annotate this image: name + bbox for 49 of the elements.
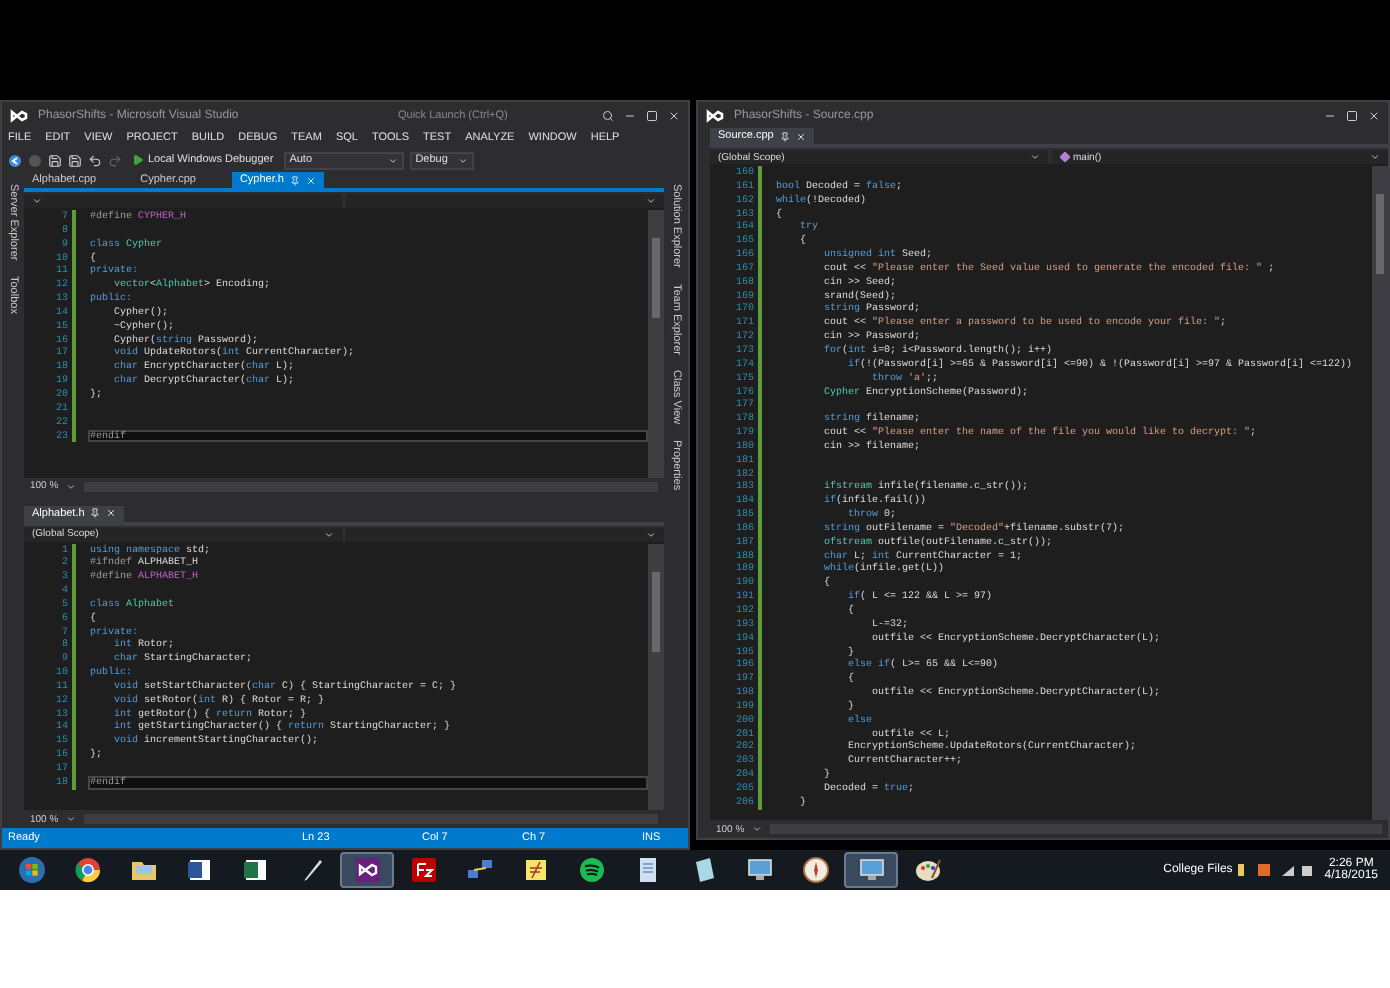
minimize-icon[interactable] bbox=[624, 109, 636, 121]
note-icon bbox=[521, 856, 549, 884]
document-icon bbox=[185, 856, 213, 884]
dropdown-caret-icon[interactable] bbox=[457, 155, 468, 165]
visual-studio-logo-icon bbox=[10, 107, 28, 123]
visual-studio-logo-icon bbox=[706, 107, 724, 123]
vertical-scrollbar[interactable] bbox=[1372, 166, 1388, 820]
monitor-icon bbox=[857, 856, 885, 884]
network-icon bbox=[465, 856, 493, 884]
save-all-icon[interactable] bbox=[68, 153, 82, 167]
maximize-icon[interactable] bbox=[1346, 109, 1358, 121]
pin-icon[interactable] bbox=[289, 175, 300, 185]
vertical-scrollbar[interactable] bbox=[648, 210, 664, 477]
dropdown-caret-icon[interactable] bbox=[66, 481, 77, 491]
redo-icon[interactable] bbox=[108, 153, 122, 167]
vertical-scrollbar[interactable] bbox=[648, 543, 664, 810]
folder-icon bbox=[129, 856, 157, 884]
dropdown-caret-icon[interactable] bbox=[324, 529, 334, 539]
close-icon[interactable] bbox=[1368, 109, 1380, 121]
dropdown-caret-icon[interactable] bbox=[646, 529, 656, 539]
undo-icon[interactable] bbox=[88, 153, 102, 167]
close-icon[interactable] bbox=[668, 109, 680, 121]
dropdown-caret-icon[interactable] bbox=[66, 814, 77, 824]
dropdown-caret-icon[interactable] bbox=[752, 824, 763, 834]
browser-icon bbox=[73, 856, 101, 884]
maximize-icon[interactable] bbox=[646, 109, 658, 121]
horizontal-scrollbar[interactable] bbox=[84, 481, 658, 491]
dropdown-caret-icon[interactable] bbox=[646, 196, 656, 206]
spreadsheet-icon bbox=[241, 856, 269, 884]
save-icon[interactable] bbox=[48, 153, 62, 167]
infinity-logo-icon bbox=[353, 856, 381, 884]
back-icon[interactable] bbox=[8, 153, 22, 167]
search-icon[interactable] bbox=[602, 109, 614, 121]
palette-icon bbox=[913, 856, 941, 884]
sound-waves-icon bbox=[577, 856, 605, 884]
minimize-icon[interactable] bbox=[1324, 109, 1336, 121]
dropdown-caret-icon[interactable] bbox=[32, 196, 42, 206]
tile-icon bbox=[409, 856, 437, 884]
windows-orb-icon bbox=[17, 856, 45, 884]
play-icon bbox=[132, 154, 144, 166]
taskbar-button[interactable] bbox=[340, 852, 394, 888]
dropdown-caret-icon[interactable] bbox=[1370, 152, 1380, 162]
monitor-icon bbox=[745, 856, 773, 884]
pin-icon[interactable] bbox=[779, 131, 790, 141]
compass-icon bbox=[801, 856, 829, 884]
tray-icons-drawing[interactable] bbox=[1234, 862, 1315, 878]
dropdown-caret-icon[interactable] bbox=[1029, 152, 1039, 162]
pin-icon[interactable] bbox=[90, 508, 101, 518]
dropdown-caret-icon[interactable] bbox=[387, 155, 398, 165]
